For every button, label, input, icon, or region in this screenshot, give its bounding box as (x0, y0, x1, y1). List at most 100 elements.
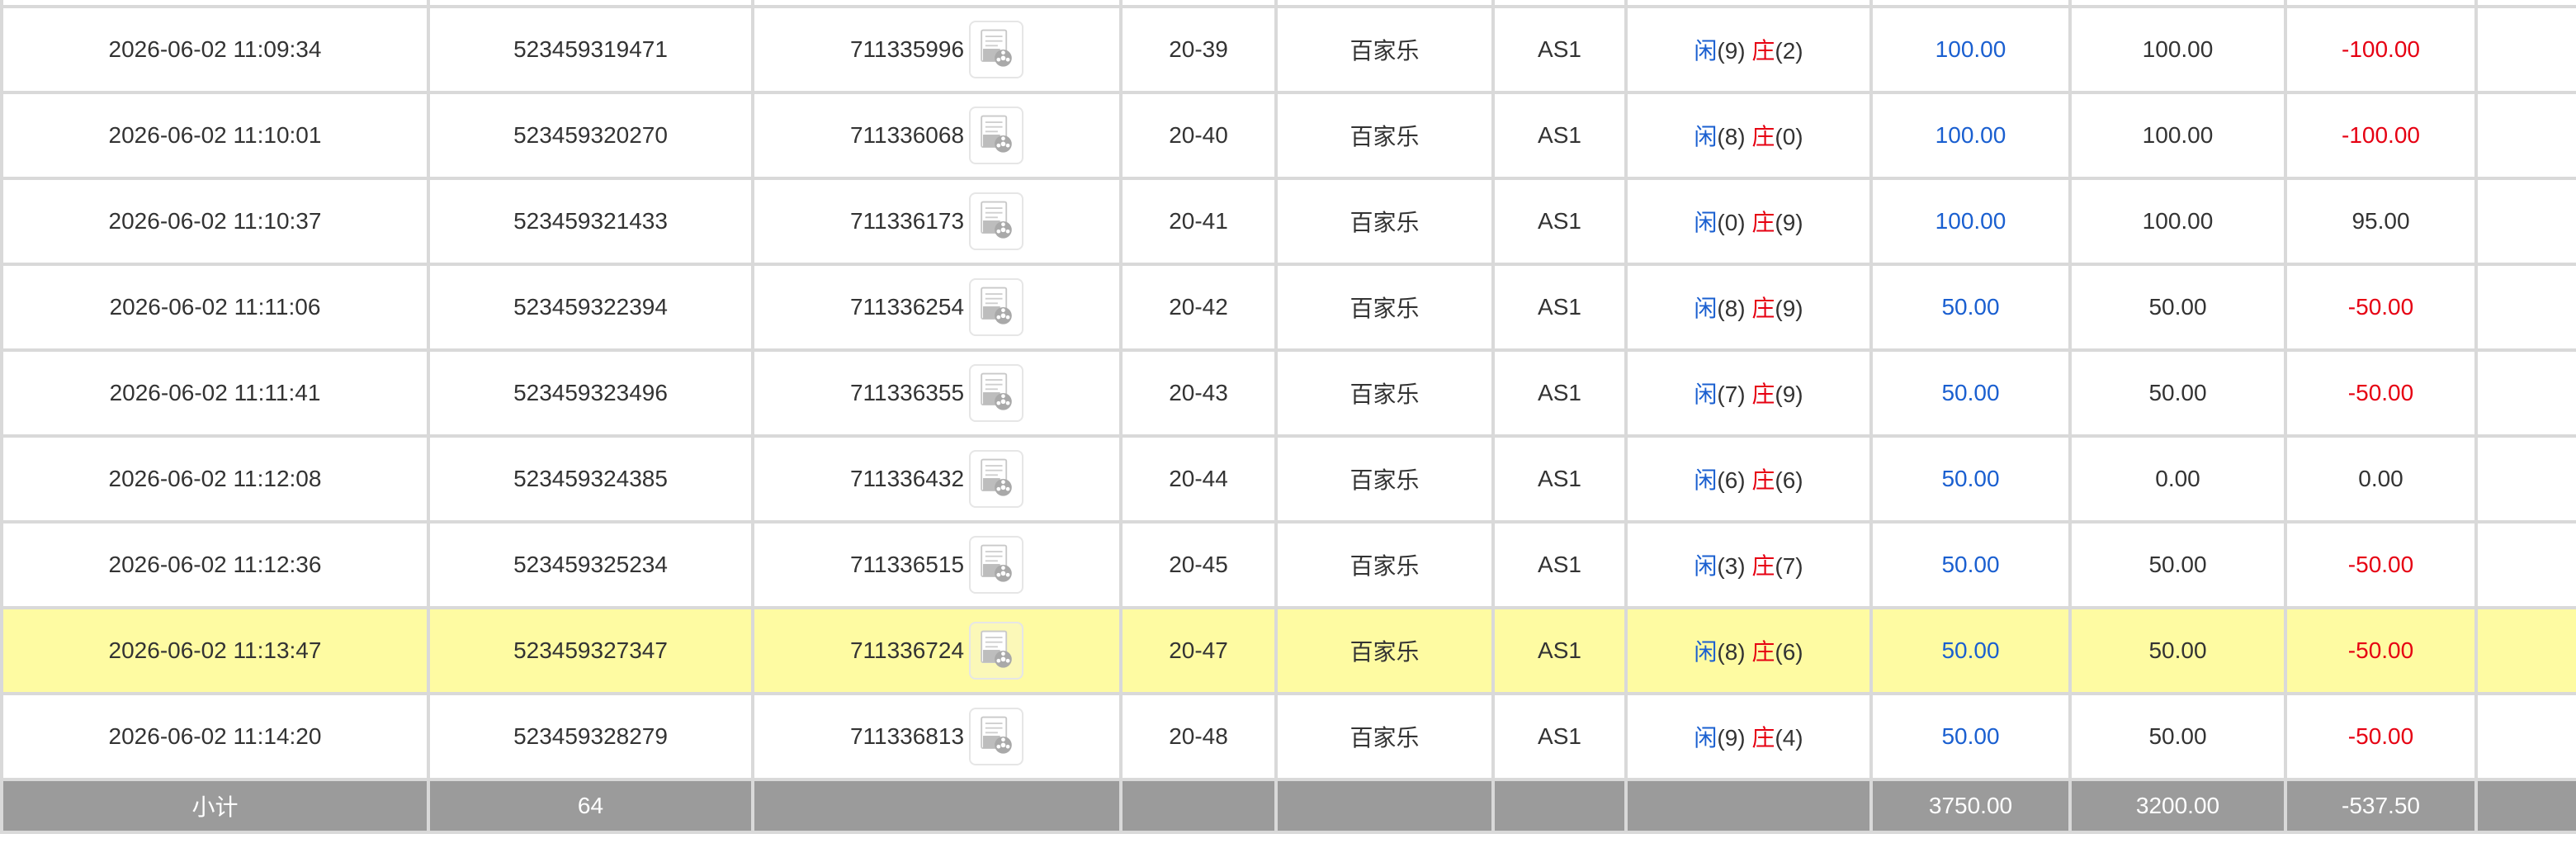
win-amount: -50.00 (2284, 520, 2478, 609)
subtotal-row: 小计 64 3750.00 3200.00 -537.50 (0, 778, 2576, 834)
empty-cell (2474, 606, 2576, 695)
bet-time: 2026-06-02 11:12:08 (0, 434, 430, 524)
game-result: 闲(9) 庄(2) (1624, 5, 1873, 94)
table-row[interactable]: 2026-06-02 11:11:06 523459322394 7113362… (0, 263, 2576, 352)
banker-label: 庄 (1751, 38, 1775, 64)
win-amount: 95.00 (2284, 177, 2478, 266)
round-cell: 711336813 (751, 692, 1123, 781)
table-row[interactable]: 2026-06-02 11:11:41 523459323496 7113363… (0, 348, 2576, 438)
game-name: 百家乐 (1274, 692, 1495, 781)
table-row[interactable]: 2026-06-02 11:09:34 523459319471 7113359… (0, 5, 2576, 94)
bet-time: 2026-06-02 11:12:36 (0, 520, 430, 609)
bet-id: 523459320270 (427, 91, 754, 180)
table-code: AS1 (1491, 348, 1628, 438)
bet-amount: 100.00 (1869, 5, 2072, 94)
video-replay-icon[interactable] (969, 278, 1024, 336)
banker-points: (9) (1775, 296, 1803, 321)
bet-time: 2026-06-02 11:10:37 (0, 177, 430, 266)
round-cell: 711336515 (751, 520, 1123, 609)
bet-time: 2026-06-02 11:14:20 (0, 692, 430, 781)
empty-cell (2474, 91, 2576, 180)
win-amount: -100.00 (2284, 5, 2478, 94)
bet-id: 523459319471 (427, 5, 754, 94)
game-result: 闲(8) 庄(0) (1624, 91, 1873, 180)
win-amount: -100.00 (2284, 91, 2478, 180)
banker-label: 庄 (1751, 210, 1775, 235)
video-replay-icon[interactable] (969, 622, 1024, 680)
banker-points: (2) (1775, 38, 1803, 64)
table-body: 2026-06-02 11:09:34 523459319471 7113359… (0, 0, 2576, 781)
shoe-number: 20-40 (1119, 91, 1278, 180)
video-replay-icon[interactable] (969, 192, 1024, 250)
player-label: 闲 (1694, 296, 1718, 321)
empty-cell (2474, 434, 2576, 524)
bet-amount: 100.00 (1869, 177, 2072, 266)
round-cell: 711336173 (751, 177, 1123, 266)
table-row[interactable]: 2026-06-02 11:13:47 523459327347 7113367… (0, 606, 2576, 695)
banker-points: (9) (1775, 210, 1803, 235)
table-code: AS1 (1491, 692, 1628, 781)
win-amount: -50.00 (2284, 692, 2478, 781)
video-replay-icon[interactable] (969, 708, 1024, 765)
bet-id: 523459325234 (427, 520, 754, 609)
table-code: AS1 (1491, 434, 1628, 524)
bet-time: 2026-06-02 11:09:34 (0, 5, 430, 94)
bet-amount: 100.00 (1869, 91, 2072, 180)
round-cell: 711336724 (751, 606, 1123, 695)
empty-cell (2474, 520, 2576, 609)
player-label: 闲 (1694, 553, 1718, 579)
table-row[interactable]: 2026-06-02 11:10:37 523459321433 7113361… (0, 177, 2576, 266)
table-code: AS1 (1491, 91, 1628, 180)
valid-amount: 50.00 (2068, 263, 2287, 352)
bet-time: 2026-06-02 11:11:06 (0, 263, 430, 352)
table-row[interactable]: 2026-06-02 11:10:01 523459320270 7113360… (0, 91, 2576, 180)
video-replay-icon[interactable] (969, 450, 1024, 508)
player-label: 闲 (1694, 210, 1718, 235)
table-row[interactable]: 2026-06-02 11:14:20 523459328279 7113368… (0, 692, 2576, 781)
banker-label: 庄 (1751, 467, 1775, 493)
valid-amount: 0.00 (2068, 434, 2287, 524)
valid-amount: 50.00 (2068, 692, 2287, 781)
player-points: (0) (1717, 210, 1746, 235)
banker-label: 庄 (1751, 553, 1775, 579)
game-result: 闲(8) 庄(9) (1624, 263, 1873, 352)
subtotal-label: 小计 (0, 778, 430, 834)
table-code: AS1 (1491, 520, 1628, 609)
player-points: (6) (1717, 467, 1746, 493)
game-name: 百家乐 (1274, 5, 1495, 94)
subtotal-empty-cell (1624, 778, 1873, 834)
round-id: 711336068 (849, 122, 965, 148)
game-result: 闲(6) 庄(6) (1624, 434, 1873, 524)
banker-points: (0) (1775, 124, 1803, 149)
bet-records-table: 2026-06-02 11:09:34 523459319471 7113359… (0, 0, 2576, 834)
bet-amount: 50.00 (1869, 520, 2072, 609)
subtotal-empty-cell (1119, 778, 1278, 834)
game-name: 百家乐 (1274, 177, 1495, 266)
round-cell: 711336068 (751, 91, 1123, 180)
video-replay-icon[interactable] (969, 536, 1024, 594)
bet-id: 523459324385 (427, 434, 754, 524)
banker-points: (4) (1775, 725, 1803, 751)
game-name: 百家乐 (1274, 606, 1495, 695)
video-replay-icon[interactable] (969, 21, 1024, 78)
table-row[interactable]: 2026-06-02 11:12:36 523459325234 7113365… (0, 520, 2576, 609)
empty-cell (2474, 692, 2576, 781)
valid-amount: 100.00 (2068, 5, 2287, 94)
round-cell: 711336355 (751, 348, 1123, 438)
bet-time: 2026-06-02 11:13:47 (0, 606, 430, 695)
table-row[interactable]: 2026-06-02 11:12:08 523459324385 7113364… (0, 434, 2576, 524)
shoe-number: 20-47 (1119, 606, 1278, 695)
game-name: 百家乐 (1274, 91, 1495, 180)
video-replay-icon[interactable] (969, 107, 1024, 164)
round-id: 711336432 (849, 466, 965, 491)
shoe-number: 20-45 (1119, 520, 1278, 609)
player-points: (8) (1717, 124, 1746, 149)
subtotal-empty-cell (751, 778, 1123, 834)
game-result: 闲(0) 庄(9) (1624, 177, 1873, 266)
bet-id: 523459321433 (427, 177, 754, 266)
player-points: (3) (1717, 553, 1746, 579)
game-name: 百家乐 (1274, 263, 1495, 352)
player-points: (7) (1717, 381, 1746, 407)
game-name: 百家乐 (1274, 348, 1495, 438)
video-replay-icon[interactable] (969, 364, 1024, 422)
